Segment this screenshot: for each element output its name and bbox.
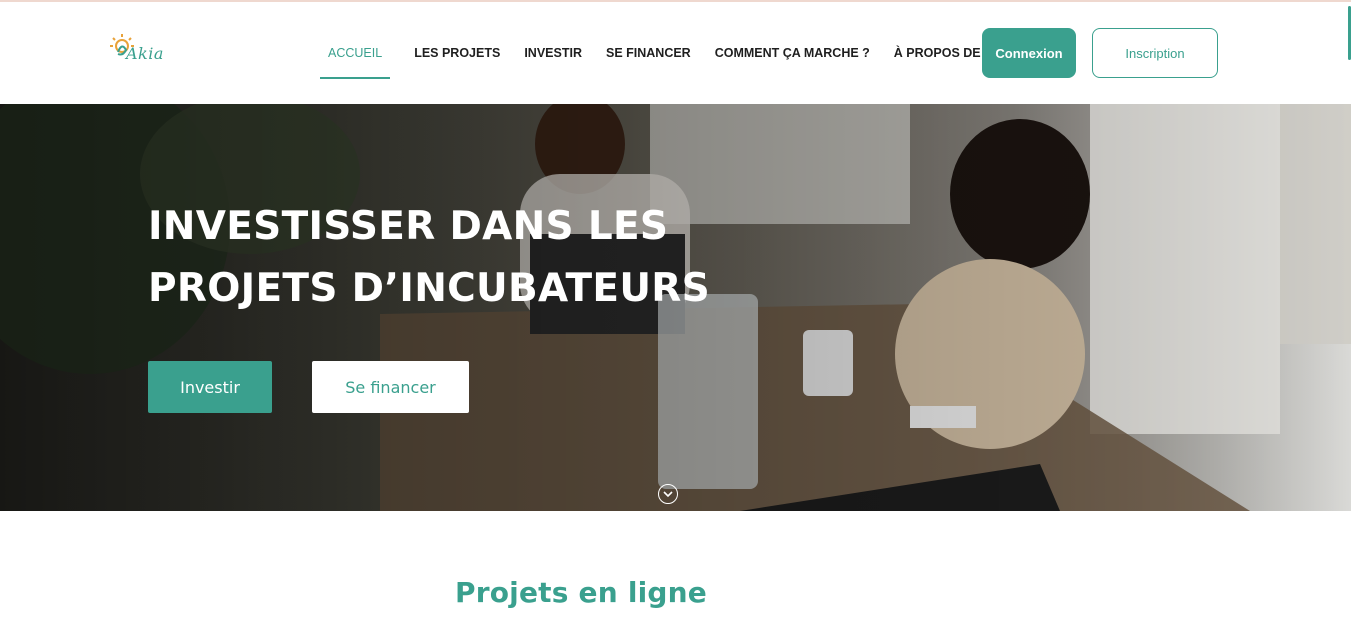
nav-item-accueil[interactable]: ACCUEIL bbox=[320, 46, 391, 79]
se-financer-button[interactable]: Se financer bbox=[312, 361, 469, 413]
nav-item-se-financer[interactable]: SE FINANCER bbox=[606, 46, 691, 60]
nav-item-investir[interactable]: INVESTIR bbox=[524, 46, 582, 60]
hero-title-line2: PROJETS D’INCUBATEURS bbox=[148, 266, 711, 311]
hero-banner: INVESTISSER DANS LES PROJETS D’INCUBATEU… bbox=[0, 104, 1351, 511]
hero-title: INVESTISSER DANS LES PROJETS D’INCUBATEU… bbox=[148, 196, 788, 320]
nav-item-comment-ca-marche[interactable]: COMMENT ÇA MARCHE ? bbox=[715, 46, 870, 60]
connexion-button[interactable]: Connexion bbox=[982, 28, 1076, 78]
scroll-down-button[interactable] bbox=[658, 484, 678, 504]
logo-text: Akia bbox=[126, 44, 164, 63]
hero-title-line1: INVESTISSER DANS LES bbox=[148, 204, 669, 249]
logo[interactable]: Akia bbox=[108, 32, 172, 72]
investir-button[interactable]: Investir bbox=[148, 361, 272, 413]
nav-item-les-projets[interactable]: LES PROJETS bbox=[414, 46, 500, 60]
chevron-down-icon bbox=[663, 491, 673, 498]
section-title-projets-en-ligne: Projets en ligne bbox=[455, 576, 707, 609]
site-header: Akia ACCUEIL LES PROJETS INVESTIR SE FIN… bbox=[0, 2, 1351, 104]
main-nav: ACCUEIL LES PROJETS INVESTIR SE FINANCER… bbox=[320, 2, 1044, 104]
inscription-button[interactable]: Inscription bbox=[1092, 28, 1218, 78]
